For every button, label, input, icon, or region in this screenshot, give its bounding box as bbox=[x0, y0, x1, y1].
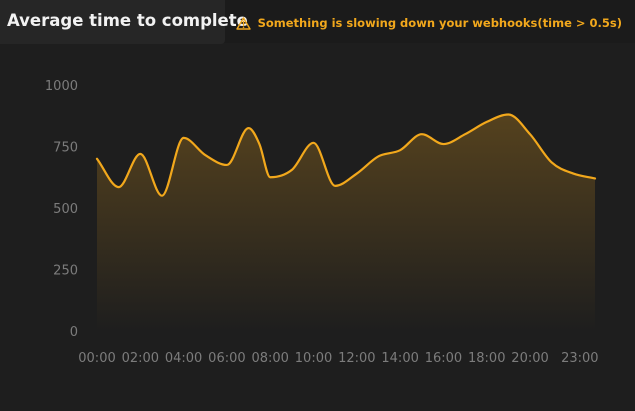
x-tick-label: 14:00 bbox=[381, 351, 418, 366]
x-tick-label: 06:00 bbox=[208, 351, 245, 366]
y-tick-label: 250 bbox=[53, 264, 78, 279]
y-tick-label: 500 bbox=[53, 202, 78, 217]
y-tick-label: 1000 bbox=[45, 79, 78, 94]
x-tick-label: 18:00 bbox=[468, 351, 505, 366]
x-tick-label: 02:00 bbox=[122, 351, 159, 366]
x-tick-label: 16:00 bbox=[425, 351, 462, 366]
x-tick-label: 00:00 bbox=[78, 351, 115, 366]
x-tick-label: 12:00 bbox=[338, 351, 375, 366]
x-tick-label: 23:00 bbox=[561, 351, 598, 366]
y-axis: 0 250 500 750 1000 bbox=[45, 79, 78, 340]
x-tick-label: 04:00 bbox=[165, 351, 202, 366]
y-tick-label: 750 bbox=[53, 141, 78, 156]
x-tick-label: 08:00 bbox=[251, 351, 288, 366]
series-area bbox=[97, 114, 595, 332]
x-tick-label: 20:00 bbox=[511, 351, 548, 366]
x-axis: 00:00 02:00 04:00 06:00 08:00 10:00 12:00 14:00… bbox=[78, 351, 598, 366]
y-tick-label: 0 bbox=[70, 325, 78, 340]
time-to-complete-chart: 0 250 500 750 1000 00:00 02:00 04:00 06:00 08:00… bbox=[45, 79, 599, 366]
x-tick-label: 10:00 bbox=[295, 351, 332, 366]
